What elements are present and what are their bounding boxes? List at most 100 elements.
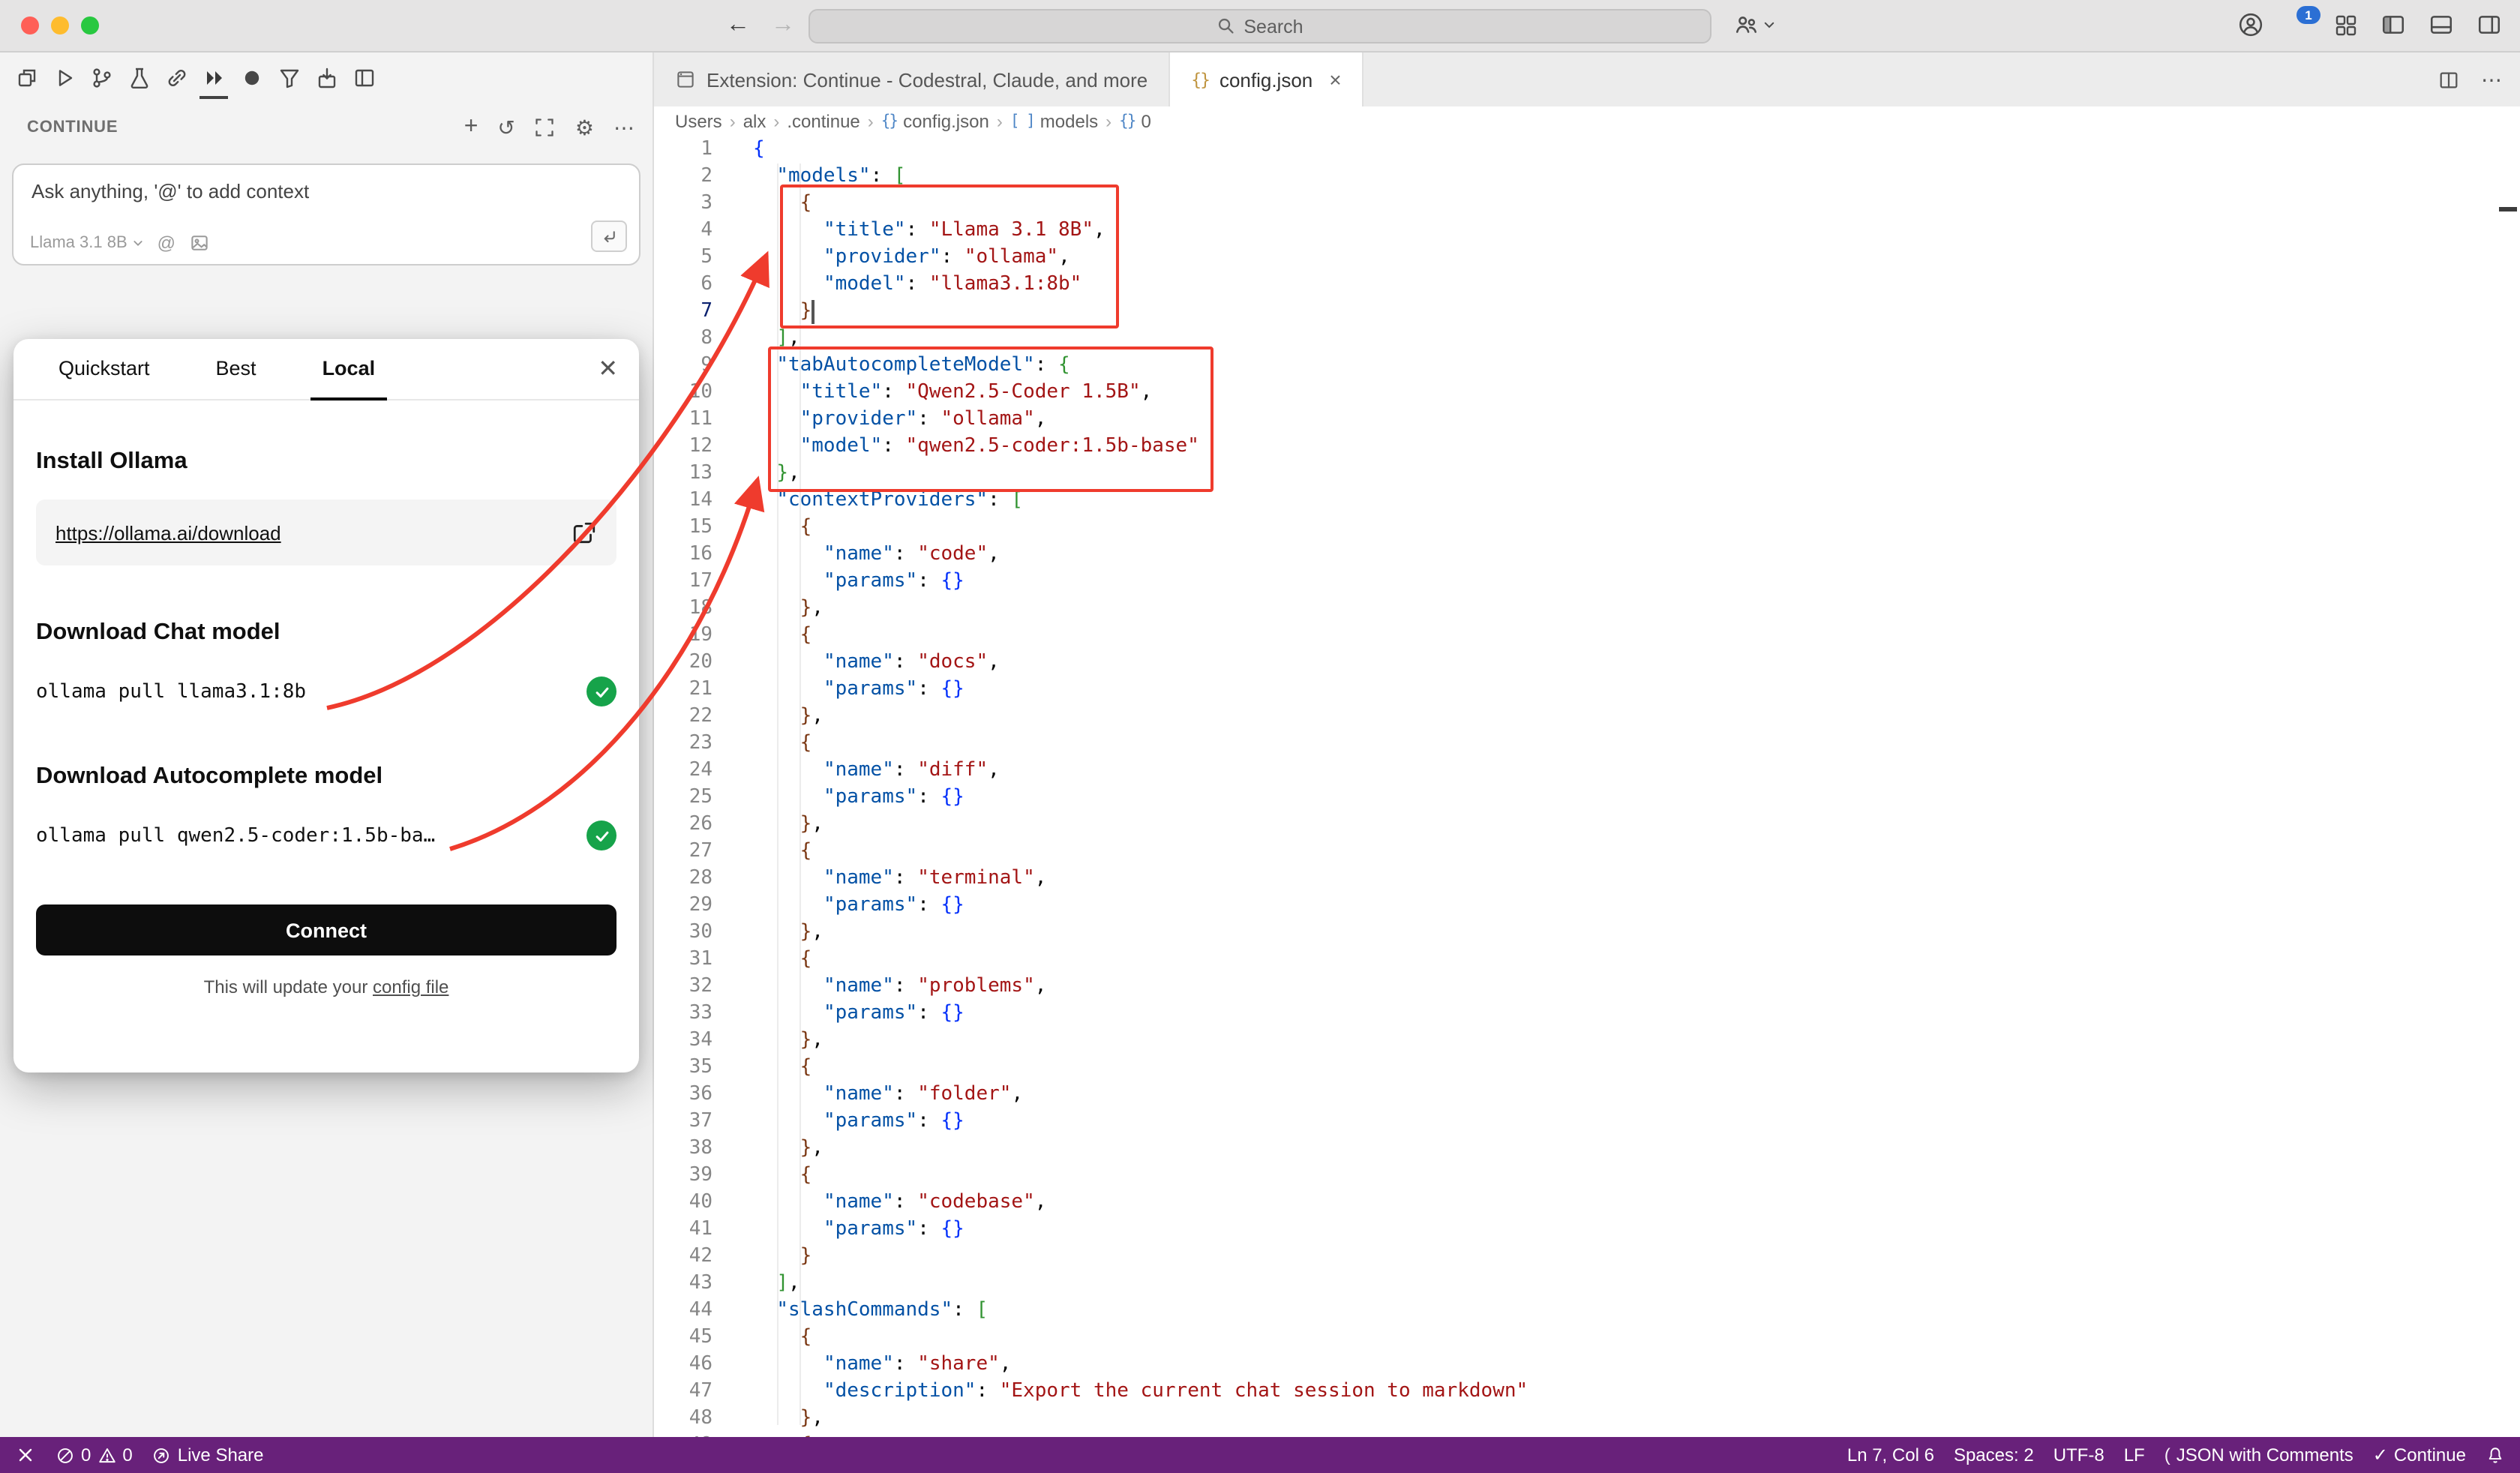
send-button[interactable] <box>591 220 627 252</box>
record-icon[interactable] <box>234 56 268 100</box>
flask-icon[interactable] <box>122 56 156 100</box>
add-context-icon[interactable]: @ <box>158 232 176 254</box>
line-number[interactable]: 22 <box>654 704 753 730</box>
line-number[interactable]: 16 <box>654 542 753 568</box>
encoding[interactable]: UTF-8 <box>2054 1444 2104 1466</box>
line-number[interactable]: 29 <box>654 892 753 920</box>
line-number[interactable]: 38 <box>654 1136 753 1162</box>
line-number[interactable]: 34 <box>654 1028 753 1054</box>
code-line[interactable]: 46 "name": "share", <box>654 1352 2520 1378</box>
code-line[interactable]: 26 }, <box>654 812 2520 838</box>
line-number[interactable]: 44 <box>654 1298 753 1324</box>
back-button[interactable]: ← <box>726 9 750 42</box>
code-editor[interactable]: 1{2 "models": [3 {4 "title": "Llama 3.1 … <box>654 136 2520 1437</box>
assistant-app-icon[interactable]: 1 <box>2286 12 2312 38</box>
code-line[interactable]: 30 }, <box>654 920 2520 946</box>
zoom-window-button[interactable] <box>81 16 99 34</box>
code-line[interactable]: 1{ <box>654 136 2520 164</box>
line-number[interactable]: 40 <box>654 1190 753 1216</box>
image-icon[interactable] <box>189 232 210 254</box>
line-number[interactable]: 48 <box>654 1406 753 1432</box>
line-number[interactable]: 12 <box>654 434 753 460</box>
breadcrumb-item[interactable]: [ ]models <box>1010 111 1098 132</box>
code-line[interactable]: 35 { <box>654 1054 2520 1082</box>
continue-status[interactable]: ✓ Continue <box>2373 1444 2466 1466</box>
code-line[interactable]: 15 { <box>654 514 2520 542</box>
problems-indicator[interactable]: 0 0 <box>56 1444 133 1466</box>
code-line[interactable]: 40 "name": "codebase", <box>654 1190 2520 1216</box>
toggle-sidebar-left-icon[interactable] <box>2380 12 2406 38</box>
code-line[interactable]: 21 "params": {} <box>654 676 2520 704</box>
line-number[interactable]: 10 <box>654 380 753 406</box>
line-number[interactable]: 19 <box>654 622 753 650</box>
config-file-link[interactable]: config file <box>373 976 448 998</box>
cursor-position[interactable]: Ln 7, Col 6 <box>1847 1444 1934 1466</box>
breadcrumb-item[interactable]: alx <box>743 111 766 132</box>
line-number[interactable]: 20 <box>654 650 753 676</box>
line-number[interactable]: 46 <box>654 1352 753 1378</box>
model-selector[interactable]: Llama 3.1 8B <box>30 234 144 252</box>
code-line[interactable]: 42 } <box>654 1244 2520 1270</box>
line-number[interactable]: 33 <box>654 1000 753 1028</box>
line-number[interactable]: 42 <box>654 1244 753 1270</box>
code-line[interactable]: 37 "params": {} <box>654 1108 2520 1136</box>
modal-tab-quickstart[interactable]: Quickstart <box>58 339 150 399</box>
new-session-icon[interactable]: + <box>464 116 478 140</box>
code-line[interactable]: 16 "name": "code", <box>654 542 2520 568</box>
line-number[interactable]: 8 <box>654 326 753 352</box>
line-number[interactable]: 28 <box>654 866 753 892</box>
line-number[interactable]: 43 <box>654 1270 753 1298</box>
line-number[interactable]: 5 <box>654 244 753 272</box>
line-number[interactable]: 17 <box>654 568 753 596</box>
code-line[interactable]: 41 "params": {} <box>654 1216 2520 1244</box>
code-line[interactable]: 39 { <box>654 1162 2520 1190</box>
line-number[interactable]: 45 <box>654 1324 753 1352</box>
line-number[interactable]: 23 <box>654 730 753 758</box>
remote-indicator[interactable] <box>15 1444 36 1466</box>
line-number[interactable]: 35 <box>654 1054 753 1082</box>
line-number[interactable]: 27 <box>654 838 753 866</box>
tab-extension-continue[interactable]: Extension: Continue - Codestral, Claude,… <box>654 52 1170 106</box>
line-number[interactable]: 18 <box>654 596 753 622</box>
line-number[interactable]: 25 <box>654 784 753 812</box>
grid-icon[interactable] <box>2334 13 2358 37</box>
close-window-button[interactable] <box>21 16 39 34</box>
line-number[interactable]: 3 <box>654 190 753 218</box>
history-icon[interactable]: ↺ <box>497 116 514 140</box>
line-number[interactable]: 36 <box>654 1082 753 1108</box>
split-editor-icon[interactable] <box>2438 68 2460 91</box>
code-line[interactable]: 34 }, <box>654 1028 2520 1054</box>
code-line[interactable]: 17 "params": {} <box>654 568 2520 596</box>
line-number[interactable]: 24 <box>654 758 753 784</box>
indentation[interactable]: Spaces: 2 <box>1954 1444 2034 1466</box>
code-line[interactable]: 49 { <box>654 1432 2520 1437</box>
code-line[interactable]: 48 }, <box>654 1406 2520 1432</box>
chat-input[interactable]: Ask anything, '@' to add context Llama 3… <box>12 164 640 266</box>
code-line[interactable]: 47 "description": "Export the current ch… <box>654 1378 2520 1406</box>
minimize-window-button[interactable] <box>51 16 69 34</box>
account-icon[interactable] <box>2238 12 2264 38</box>
breadcrumb-item[interactable]: {}config.json <box>881 111 989 132</box>
line-number[interactable]: 9 <box>654 352 753 380</box>
line-number[interactable]: 15 <box>654 514 753 542</box>
language-mode[interactable]: ( JSON with Comments <box>2164 1444 2354 1466</box>
frame-icon[interactable] <box>535 117 556 138</box>
code-line[interactable]: 38 }, <box>654 1136 2520 1162</box>
code-line[interactable]: 32 "name": "problems", <box>654 974 2520 1000</box>
profiles-menu[interactable] <box>1734 12 1776 38</box>
source-control-icon[interactable] <box>84 56 118 100</box>
line-number[interactable]: 39 <box>654 1162 753 1190</box>
toggle-sidebar-right-icon[interactable] <box>2476 12 2502 38</box>
code-line[interactable]: 43 ], <box>654 1270 2520 1298</box>
filter-icon[interactable] <box>272 56 306 100</box>
line-number[interactable]: 30 <box>654 920 753 946</box>
more-actions-icon[interactable]: ⋯ <box>2481 67 2502 92</box>
download-link-row[interactable]: https://ollama.ai/download <box>36 500 616 566</box>
line-number[interactable]: 6 <box>654 272 753 298</box>
code-line[interactable]: 31 { <box>654 946 2520 974</box>
code-line[interactable]: 44 "slashCommands": [ <box>654 1298 2520 1324</box>
line-number[interactable]: 4 <box>654 218 753 244</box>
code-line[interactable]: 27 { <box>654 838 2520 866</box>
chat-pull-command[interactable]: ollama pull llama3.1:8b <box>36 680 306 703</box>
line-number[interactable]: 26 <box>654 812 753 838</box>
